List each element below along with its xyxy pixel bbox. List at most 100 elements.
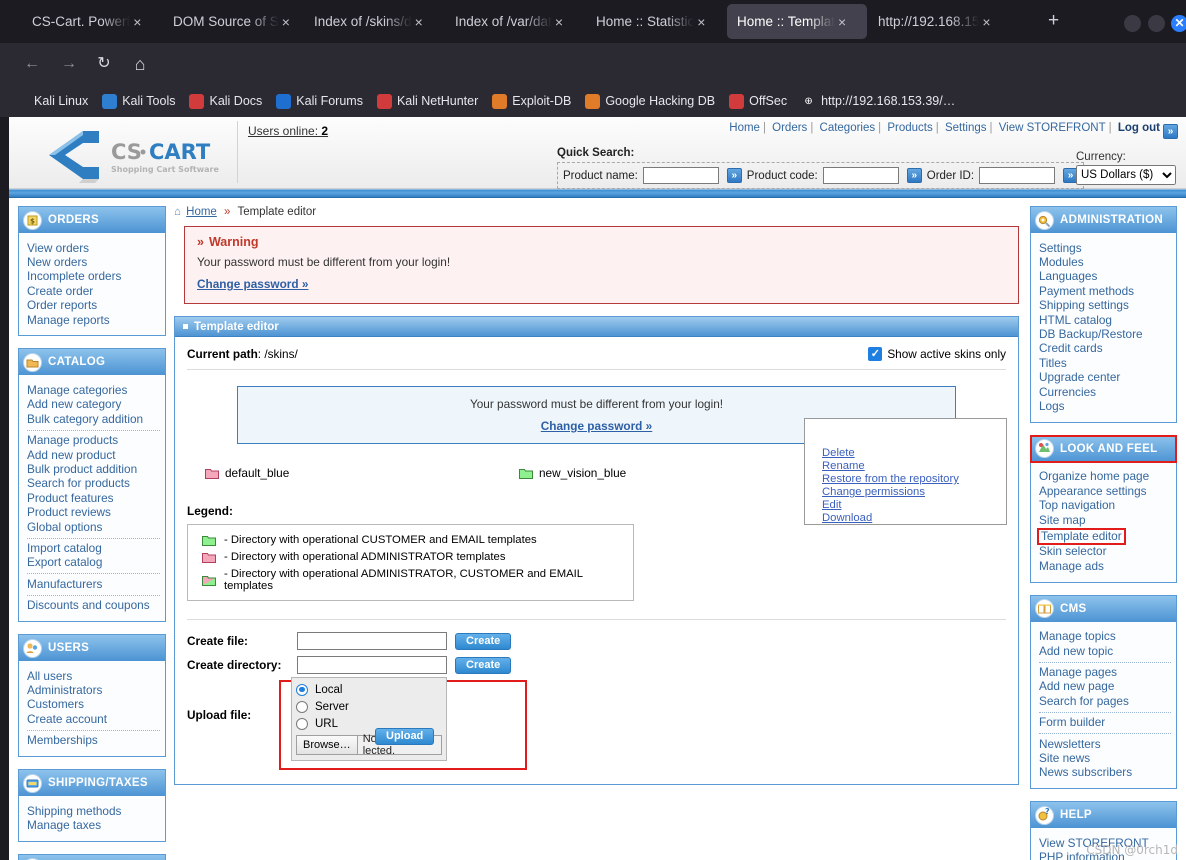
logout-link[interactable]: Log out <box>1118 122 1160 134</box>
upload-option-server[interactable]: Server <box>296 698 442 715</box>
sidebar-item-organize-home-page[interactable]: Organize home page <box>1039 469 1171 484</box>
logout-chevron-icon[interactable]: » <box>1163 124 1178 139</box>
browser-tab[interactable]: Home :: Templat × <box>727 4 867 39</box>
top-link-orders[interactable]: Orders <box>772 122 807 134</box>
checkbox-icon[interactable]: ✓ <box>868 347 883 361</box>
show-active-skins-toggle[interactable]: ✓ Show active skins only <box>868 347 1006 361</box>
sidebar-item-incomplete-orders[interactable]: Incomplete orders <box>27 269 160 284</box>
sidebar-item-product-reviews[interactable]: Product reviews <box>27 505 160 520</box>
top-link-view-storefront[interactable]: View STOREFRONT <box>999 122 1106 134</box>
sidebar-item-modules[interactable]: Modules <box>1039 255 1171 269</box>
browser-tab[interactable]: CS-Cart. Powerf × <box>22 4 162 39</box>
tab-close-icon[interactable]: × <box>282 15 290 29</box>
bookmark-item[interactable]: Kali Tools <box>102 93 175 109</box>
radio-icon[interactable] <box>296 700 308 713</box>
op-restore[interactable]: Restore from the repository <box>822 473 1006 486</box>
sidebar-item-template-editor[interactable]: Template editor <box>1037 527 1126 545</box>
sidebar-item-add-new-topic[interactable]: Add new topic <box>1039 644 1171 658</box>
window-close-button[interactable]: ✕ <box>1171 15 1186 32</box>
bookmark-item[interactable]: Kali Forums <box>276 93 363 109</box>
sidebar-item-settings[interactable]: Settings <box>1039 241 1171 255</box>
sidebar-item-manage-categories[interactable]: Manage categories <box>27 383 160 397</box>
tab-close-icon[interactable]: × <box>838 15 846 29</box>
sidebar-item-create-account[interactable]: Create account <box>27 712 160 726</box>
currency-select[interactable]: US Dollars ($) <box>1076 165 1176 185</box>
browser-tab[interactable]: Index of /skins/d × <box>304 4 444 39</box>
users-online[interactable]: Users online: 2 <box>248 124 328 138</box>
product-code-input[interactable] <box>822 167 899 184</box>
sidebar-item-import-catalog[interactable]: Import catalog <box>27 541 160 556</box>
bookmark-item[interactable]: Kali Docs <box>189 93 262 109</box>
home-button[interactable]: ⌂ <box>130 54 150 74</box>
create-file-button[interactable]: Create <box>455 632 512 650</box>
op-rename[interactable]: Rename <box>822 460 1006 473</box>
tab-close-icon[interactable]: × <box>982 15 990 29</box>
sidebar-item-export-catalog[interactable]: Export catalog <box>27 556 160 570</box>
sidebar-item-db-backup-restore[interactable]: DB Backup/Restore <box>1039 327 1171 341</box>
sidebar-item-manage-reports[interactable]: Manage reports <box>27 313 160 327</box>
forward-button[interactable]: → <box>59 54 79 74</box>
sidebar-item-html-catalog[interactable]: HTML catalog <box>1039 313 1171 327</box>
sidebar-item-product-features[interactable]: Product features <box>27 491 160 505</box>
product-name-submit-icon[interactable]: » <box>726 168 742 183</box>
bookmark-item[interactable]: OffSec <box>729 93 787 109</box>
window-minimize-button[interactable] <box>1124 15 1141 32</box>
sidebar-item-create-order[interactable]: Create order <box>27 284 160 298</box>
sidebar-item-site-map[interactable]: Site map <box>1039 513 1171 527</box>
sidebar-item-site-news[interactable]: Site news <box>1039 751 1171 766</box>
sidebar-item-currencies[interactable]: Currencies <box>1039 385 1171 399</box>
sidebar-item-memberships[interactable]: Memberships <box>27 733 160 748</box>
sidebar-item-administrators[interactable]: Administrators <box>27 683 160 698</box>
upload-button[interactable]: Upload <box>375 728 435 745</box>
create-directory-button[interactable]: Create <box>455 656 512 674</box>
browser-tab[interactable]: http://192.168.15 × <box>868 4 998 39</box>
bookmark-item[interactable]: Kali NetHunter <box>376 93 478 109</box>
sidebar-item-bulk-category-addition[interactable]: Bulk category addition <box>27 412 160 426</box>
product-code-submit-icon[interactable]: » <box>906 168 922 183</box>
browser-tab[interactable]: Home :: Statistic × <box>586 4 726 39</box>
sidebar-item-credit-cards[interactable]: Credit cards <box>1039 341 1171 356</box>
browser-tab[interactable]: DOM Source of S × <box>163 4 303 39</box>
sidebar-item-manufacturers[interactable]: Manufacturers <box>27 577 160 591</box>
bookmark-item[interactable]: Kali Linux <box>14 93 88 109</box>
window-maximize-button[interactable] <box>1148 15 1165 32</box>
folder-item-default-blue[interactable]: default_blue <box>205 466 289 480</box>
sidebar-item-new-orders[interactable]: New orders <box>27 255 160 269</box>
op-delete[interactable]: Delete <box>822 447 1006 460</box>
bookmark-item[interactable]: ⊕ http://192.168.153.39/… <box>801 93 955 109</box>
sidebar-item-search-for-pages[interactable]: Search for pages <box>1039 694 1171 708</box>
tab-close-icon[interactable]: × <box>133 15 141 29</box>
reload-button[interactable]: ↻ <box>94 54 114 74</box>
sidebar-item-discounts-and-coupons[interactable]: Discounts and coupons <box>27 598 160 613</box>
op-change-permissions[interactable]: Change permissions <box>822 486 1006 499</box>
tab-close-icon[interactable]: × <box>415 15 423 29</box>
sidebar-item-all-users[interactable]: All users <box>27 669 160 683</box>
sidebar-item-newsletters[interactable]: Newsletters <box>1039 737 1171 751</box>
sidebar-item-view-orders[interactable]: View orders <box>27 241 160 255</box>
sidebar-item-customers[interactable]: Customers <box>27 698 160 712</box>
sidebar-item-top-navigation[interactable]: Top navigation <box>1039 498 1171 513</box>
sidebar-item-shipping-settings[interactable]: Shipping settings <box>1039 298 1171 313</box>
top-link-products[interactable]: Products <box>887 122 932 134</box>
sidebar-item-manage-taxes[interactable]: Manage taxes <box>27 818 160 833</box>
sidebar-item-languages[interactable]: Languages <box>1039 269 1171 284</box>
sidebar-item-appearance-settings[interactable]: Appearance settings <box>1039 484 1171 498</box>
sidebar-item-form-builder[interactable]: Form builder <box>1039 715 1171 730</box>
sidebar-item-add-new-product[interactable]: Add new product <box>27 448 160 462</box>
sidebar-item-add-new-page[interactable]: Add new page <box>1039 680 1171 694</box>
new-tab-button[interactable]: + <box>1048 11 1059 30</box>
folder-item-new-vision-blue[interactable]: new_vision_blue <box>519 466 626 480</box>
tab-close-icon[interactable]: × <box>697 15 705 29</box>
op-edit[interactable]: Edit <box>822 499 1006 512</box>
product-name-input[interactable] <box>642 167 719 184</box>
radio-selected-icon[interactable] <box>296 683 308 696</box>
tab-close-icon[interactable]: × <box>555 15 563 29</box>
bookmark-item[interactable]: Google Hacking DB <box>585 93 715 109</box>
op-download[interactable]: Download <box>822 512 1006 525</box>
radio-icon[interactable] <box>296 717 308 730</box>
sidebar-item-manage-pages[interactable]: Manage pages <box>1039 665 1171 680</box>
sidebar-item-logs[interactable]: Logs <box>1039 399 1171 413</box>
notice-change-password-link[interactable]: Change password » <box>541 419 652 433</box>
sidebar-item-shipping-methods[interactable]: Shipping methods <box>27 804 160 818</box>
sidebar-item-payment-methods[interactable]: Payment methods <box>1039 284 1171 298</box>
